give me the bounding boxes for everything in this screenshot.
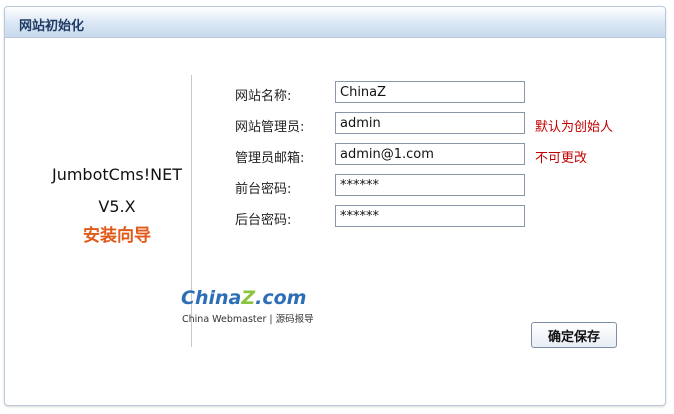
site-name-label: 网站名称: [235, 89, 292, 104]
panel-title: 网站初始化 [19, 19, 85, 34]
brand-name: JumbotCms!NET [51, 165, 183, 184]
panel-titlebar: 网站初始化 [5, 7, 665, 38]
back-password-input[interactable] [335, 205, 525, 227]
front-password-input[interactable] [335, 174, 525, 196]
back-password-label: 后台密码: [235, 213, 292, 228]
front-password-label: 前台密码: [235, 182, 292, 197]
admin-label: 网站管理员: [235, 120, 305, 135]
email-hint: 不可更改 [535, 151, 588, 166]
logo-tagline: China Webmaster | 源码报导 [182, 314, 314, 325]
logo-wordmark: ChinaZ.com [181, 287, 307, 309]
save-button[interactable]: 确定保存 [531, 322, 617, 348]
init-panel: 网站初始化 JumbotCms!NET V5.X 安装向导 网站名称: 网站管理… [4, 6, 666, 406]
email-label: 管理员邮箱: [235, 151, 305, 166]
install-wizard-label: 安装向导 [83, 226, 151, 246]
brand-version: V5.X [98, 197, 136, 216]
admin-hint: 默认为创始人 [535, 120, 614, 135]
admin-input[interactable] [335, 112, 525, 134]
email-input[interactable] [335, 143, 525, 165]
chinaz-logo: ChinaZ.com China Webmaster | 源码报导 [181, 287, 331, 327]
site-name-input[interactable] [335, 81, 525, 103]
